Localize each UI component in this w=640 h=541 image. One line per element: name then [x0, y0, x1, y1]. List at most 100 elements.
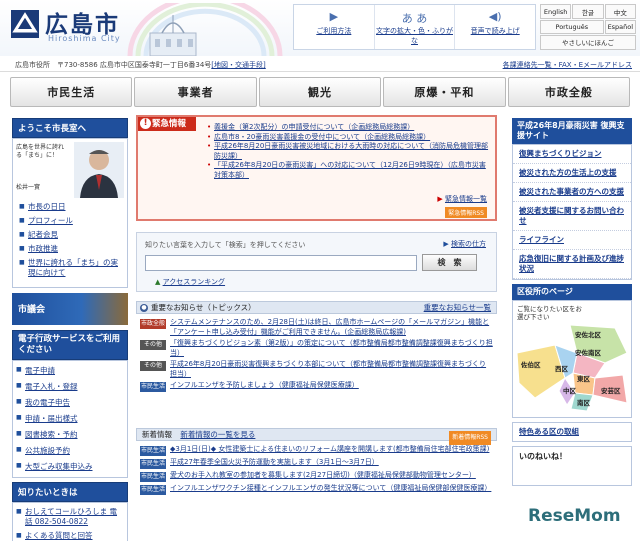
city-logo-icon[interactable]	[10, 9, 40, 39]
news-link[interactable]: 平成27年春季全国火災予防運動を実施します（3月1日～3月7日）	[170, 458, 379, 468]
eservice-link-garbage[interactable]: 大型ごみ収集申込み	[13, 459, 127, 475]
access-ranking-link[interactable]: ▲ アクセスランキング	[155, 277, 225, 287]
help-link-faq[interactable]: よくある質問と回答	[13, 529, 127, 541]
news-link[interactable]: インフルエンザを予防しましょう（健康福祉局保健医療課）	[170, 381, 359, 391]
ward-label[interactable]: 佐伯区	[521, 359, 541, 369]
guide-link[interactable]: ▶ ご利用方法	[294, 5, 375, 49]
guide-icon: ▶	[329, 10, 339, 23]
eservice-head[interactable]: 電子行政サービスをご利用ください	[12, 330, 128, 360]
iine-banner[interactable]: いのねいね！	[512, 446, 632, 486]
search-help-link[interactable]: ▶ 検索の仕方	[443, 239, 486, 249]
speaker-icon: ◀)	[488, 10, 502, 23]
eservice-link-forms[interactable]: 申請・届出様式	[13, 411, 127, 427]
ward-label[interactable]: 安佐南区	[575, 347, 601, 357]
emergency-item[interactable]: 平成26年8月20日豪雨災害被災地域における大雨時の対応について（消防局危機管理…	[206, 142, 491, 161]
lang-easy-japanese[interactable]: やさしいにほんご	[540, 34, 636, 50]
resemom-watermark: ReseMom	[528, 506, 621, 526]
disaster-link-lifeline[interactable]: ライフライン	[513, 231, 631, 250]
emergency-list-text: 緊急情報一覧	[445, 195, 487, 203]
search-hint: 知りたい言葉を入力して「検索」を押してください	[145, 241, 306, 249]
eservice-link-library[interactable]: 図書検索・予約	[13, 427, 127, 443]
nav-tab-peace[interactable]: 原爆・平和	[383, 77, 506, 107]
lang-spanish[interactable]: Español	[604, 20, 636, 34]
disaster-head[interactable]: 平成26年8月豪雨災害 復興支援サイト	[512, 118, 632, 144]
council-banner[interactable]: 市議会	[12, 293, 128, 325]
disaster-link-life[interactable]: 被災された方の生活上の支援	[513, 164, 631, 183]
help-head: 知りたいときは	[12, 482, 128, 502]
text-size-icon: あ あ	[401, 12, 428, 25]
news-link[interactable]: 平成26年8月20日豪雨災害復興まちづくり本部について（都市整備局都市整備調整課…	[170, 360, 493, 379]
category-tag: 市民生活	[140, 472, 166, 482]
atomic-dome-illustration-icon	[127, 3, 283, 56]
disaster-link-recovery[interactable]: 応急復旧に関する計画及び進捗状況	[513, 250, 631, 279]
ward-label[interactable]: 安芸区	[601, 385, 621, 395]
language-switcher: English 한글 中文 Português Español やさしいにほんご	[540, 4, 636, 50]
new-info-rss-button[interactable]: 新着情報RSS	[449, 431, 491, 445]
disaster-link-vision[interactable]: 復興まちづくりビジョン	[513, 145, 631, 164]
important-head-text: 重要なお知らせ（トピックス）	[151, 303, 256, 312]
ranking-icon: ▲	[155, 278, 163, 286]
ward-label[interactable]: 東区	[577, 373, 590, 383]
ward-label[interactable]: 南区	[577, 397, 590, 407]
lang-portuguese[interactable]: Português	[540, 20, 604, 34]
mayor-link-policy[interactable]: 市政推進	[16, 242, 124, 256]
nav-tab-business[interactable]: 事業者	[134, 77, 257, 107]
emergency-list-link[interactable]: ▶ 緊急情報一覧	[437, 194, 487, 204]
new-info-section: 新着情報 新着情報の一覧を見る 新着情報RSS 市民生活 ◆3月1日(日)◆ 女性…	[136, 428, 497, 499]
search-button[interactable]: 検 索	[422, 254, 477, 271]
mayor-link-press[interactable]: 記者会見	[16, 228, 124, 242]
new-info-list: 市民生活 ◆3月1日(日)◆ 女性建築士による住まいのリフォーム講座を開講します(…	[136, 441, 497, 499]
new-info-head: 新着情報 新着情報の一覧を見る 新着情報RSS	[136, 428, 497, 445]
alert-icon: !	[140, 118, 151, 129]
mayor-note: 広島を世界に誇れる「まち」に！	[16, 144, 65, 159]
header: 広島市 Hiroshima City ▶ ご利用方法 あ あ 文字の拡大・色・ふ…	[0, 0, 640, 56]
access-ranking-text: アクセスランキング	[162, 278, 226, 286]
ward-label[interactable]: 安佐北区	[575, 329, 601, 339]
help-link-call[interactable]: おしえてコールひろしま 電話 082-504-0822	[13, 505, 127, 529]
important-list-link[interactable]: 重要なお知らせ一覧	[424, 302, 491, 314]
news-link[interactable]: 愛犬のお手入れ教室の参加者を募集します(2月27日締切)（健康福祉局保健部動物管…	[170, 471, 476, 481]
eservice-link-facility[interactable]: 公共施設予約	[13, 443, 127, 459]
nav-tab-citizen[interactable]: 市民生活	[10, 77, 133, 107]
nav-tab-government[interactable]: 市政全般	[507, 77, 631, 107]
lang-chinese[interactable]: 中文	[604, 4, 636, 20]
map-link[interactable]: [地図・交通手段]	[211, 61, 265, 69]
important-section: ● 重要なお知らせ（トピックス） 重要なお知らせ一覧 市政全般 システムメンテナン…	[136, 301, 497, 396]
news-link[interactable]: システムメンテナンスのため、2月28日(土)は終日、広島市ホームページの「メール…	[170, 318, 493, 337]
disaster-link-business[interactable]: 被災された事業者の方への支援	[513, 183, 631, 202]
mayor-link-vision[interactable]: 世界に誇れる「まち」の実現に向けて	[16, 256, 124, 280]
news-link[interactable]: インフルエンザワクチン接種とインフルエンザの発生状況等について（健康福祉局保健部…	[170, 484, 491, 494]
read-aloud-link[interactable]: ◀) 音声で読み上げ	[455, 5, 535, 49]
news-row: 市政全般 システムメンテナンスのため、2月28日(土)は終日、広島市ホームページの…	[140, 317, 493, 338]
emergency-item[interactable]: 広島市8・20豪雨災害義援金の受付中について（企画総務局総務課）	[206, 133, 491, 143]
ward-head: 区役所のページ	[512, 284, 632, 300]
text-size-link[interactable]: あ あ 文字の拡大・色・ふりがな	[375, 5, 456, 49]
new-info-list-link[interactable]: 新着情報の一覧を見る	[180, 430, 255, 439]
contact-list-link[interactable]: 各課連絡先一覧・FAX・Eメールアドレス	[503, 60, 632, 70]
eservice-link-bid[interactable]: 電子入札・登録	[13, 379, 127, 395]
emergency-item[interactable]: 義援金（第2次配分）の申請受付について（企画総務局総務課）	[206, 123, 491, 133]
mayor-link-profile[interactable]: プロフィール	[16, 214, 124, 228]
search-input[interactable]	[145, 255, 417, 271]
emergency-item[interactable]: 「平成26年8月20日の豪雨災害」への対応について（12月26日9時現在）（広島…	[206, 161, 491, 180]
special-ward-link[interactable]: 特色ある区の取組	[512, 422, 632, 442]
ward-note: ご覧になりたい区をお選び下さい	[517, 305, 582, 321]
utility-toolbar: ▶ ご利用方法 あ あ 文字の拡大・色・ふりがな ◀) 音声で読み上げ	[293, 4, 536, 50]
eservice-link-tax[interactable]: 我の電子申告	[13, 395, 127, 411]
lang-korean[interactable]: 한글	[572, 4, 604, 20]
category-tag: 市民生活	[140, 382, 166, 392]
eservice-link-apply[interactable]: 電子申請	[13, 363, 127, 379]
eservice-box: 電子申請 電子入札・登録 我の電子申告 申請・届出様式 図書検索・予約 公共施設…	[12, 360, 128, 478]
emergency-rss-button[interactable]: 緊急情報RSS	[445, 207, 487, 218]
lang-english[interactable]: English	[540, 4, 572, 20]
ward-label[interactable]: 西区	[555, 363, 568, 373]
address-text: 広島市役所 〒730-8586 広島市中区国泰寺町一丁目6番34号[地図・交通手…	[15, 60, 266, 70]
ward-label[interactable]: 中区	[563, 385, 576, 395]
nav-tab-tourism[interactable]: 観光	[258, 77, 382, 107]
mayor-head[interactable]: ようこそ市長室へ	[12, 118, 128, 138]
news-link[interactable]: 「復興まちづくりビジョン素（第2版）」の策定について（都市整備局都市整備調整課復…	[170, 339, 493, 358]
news-link[interactable]: ◆3月1日(日)◆ 女性建築士による住まいのリフォーム講座を開講します(都市整備…	[170, 445, 489, 455]
mayor-box: 広島を世界に誇れる「まち」に！ 松井一實 市長の日日 プロフィール 記者会見 市…	[12, 138, 128, 288]
mayor-link-diary[interactable]: 市長の日日	[16, 200, 124, 214]
disaster-link-contact[interactable]: 被災者支援に関するお問い合わせ	[513, 202, 631, 231]
